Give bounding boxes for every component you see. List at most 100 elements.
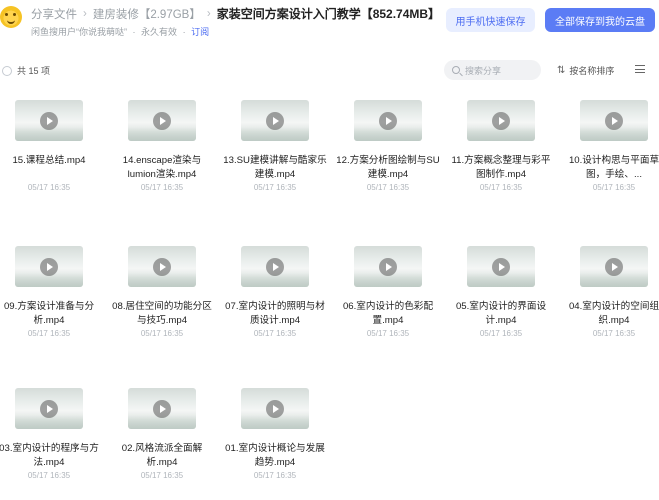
play-icon[interactable] (40, 111, 58, 130)
file-name[interactable]: 15.课程总结.mp4 (0, 154, 101, 182)
file-date: 05/17 16:35 (253, 329, 297, 338)
sort-button[interactable]: ⇅ 按名称排序 (557, 64, 614, 77)
mobile-save-button[interactable]: 用手机快速保存 (446, 8, 535, 32)
file-date: 05/17 16:35 (479, 183, 523, 192)
video-thumbnail[interactable] (15, 100, 83, 141)
file-date: 05/17 16:35 (140, 329, 184, 338)
file-name[interactable]: 03.室内设计的程序与方法.mp4 (0, 442, 101, 470)
file-item[interactable]: 04.室内设计的空间组织.mp4 05/17 16:35 (562, 246, 659, 338)
share-info: 闲鱼搜用户“你说我萌哒” · 永久有效 · 订阅 (31, 25, 209, 38)
video-thumbnail[interactable] (467, 100, 535, 141)
file-item[interactable]: 15.课程总结.mp4 05/17 16:35 (0, 100, 101, 192)
play-icon[interactable] (605, 257, 623, 276)
file-name[interactable]: 02.风格流派全面解析.mp4 (110, 442, 214, 470)
item-count-label: 共 15 项 (17, 66, 51, 76)
list-view-icon[interactable] (635, 65, 645, 73)
file-item[interactable]: 05.室内设计的界面设计.mp4 05/17 16:35 (449, 246, 553, 338)
video-thumbnail[interactable] (15, 246, 83, 287)
play-icon[interactable] (40, 257, 58, 276)
video-thumbnail[interactable] (580, 100, 648, 141)
video-thumbnail[interactable] (241, 388, 309, 429)
breadcrumb-root[interactable]: 分享文件 (31, 6, 77, 22)
file-name[interactable]: 09.方案设计准备与分析.mp4 (0, 300, 101, 328)
file-date: 05/17 16:35 (253, 183, 297, 192)
file-name[interactable]: 12.方案分析图绘制与SU建模.mp4 (336, 154, 440, 182)
file-item[interactable]: 12.方案分析图绘制与SU建模.mp4 05/17 16:35 (336, 100, 440, 192)
video-thumbnail[interactable] (128, 100, 196, 141)
play-icon[interactable] (153, 257, 171, 276)
video-thumbnail[interactable] (241, 246, 309, 287)
play-icon[interactable] (605, 111, 623, 130)
file-name[interactable]: 06.室内设计的色彩配置.mp4 (336, 300, 440, 328)
breadcrumb-separator-icon: › (206, 7, 211, 20)
info-separator: · (132, 27, 136, 37)
breadcrumb: 分享文件 › 建房装修【2.97GB】 › 家装空间方案设计入门教学【852.7… (31, 5, 440, 22)
play-icon[interactable] (266, 257, 284, 276)
file-item[interactable]: 14.enscape渲染与lumion渲染.mp4 05/17 16:35 (110, 100, 214, 192)
file-name[interactable]: 05.室内设计的界面设计.mp4 (449, 300, 553, 328)
file-name[interactable]: 10.设计构思与平面草图，手绘、... (562, 154, 659, 182)
video-thumbnail[interactable] (467, 246, 535, 287)
file-item[interactable]: 08.居住空间的功能分区与技巧.mp4 05/17 16:35 (110, 246, 214, 338)
play-icon[interactable] (266, 111, 284, 130)
file-date: 05/17 16:35 (140, 183, 184, 192)
sharer-name: 闲鱼搜用户“你说我萌哒” (31, 27, 127, 37)
file-item[interactable]: 02.风格流派全面解析.mp4 05/17 16:35 (110, 388, 214, 480)
video-thumbnail[interactable] (580, 246, 648, 287)
file-date: 05/17 16:35 (366, 183, 410, 192)
play-icon[interactable] (492, 257, 510, 276)
subscribe-link[interactable]: 订阅 (191, 27, 209, 37)
play-icon[interactable] (40, 399, 58, 418)
file-name[interactable]: 11.方案概念整理与彩平图制作.mp4 (449, 154, 553, 182)
file-date: 05/17 16:35 (27, 329, 71, 338)
sort-label: 按名称排序 (569, 66, 615, 76)
info-separator: · (182, 27, 186, 37)
file-date: 05/17 16:35 (479, 329, 523, 338)
save-all-button[interactable]: 全部保存到我的云盘 (545, 8, 655, 32)
search-icon (452, 66, 460, 74)
video-thumbnail[interactable] (354, 246, 422, 287)
file-item[interactable]: 03.室内设计的程序与方法.mp4 05/17 16:35 (0, 388, 101, 480)
search-input[interactable]: 搜索分享 (444, 60, 541, 80)
file-name[interactable]: 07.室内设计的照明与材质设计.mp4 (223, 300, 327, 328)
video-thumbnail[interactable] (241, 100, 309, 141)
play-icon[interactable] (379, 111, 397, 130)
validity-label: 永久有效 (141, 27, 178, 37)
file-item[interactable]: 01.室内设计概论与发展趋势.mp4 05/17 16:35 (223, 388, 327, 480)
video-thumbnail[interactable] (128, 246, 196, 287)
file-item[interactable]: 06.室内设计的色彩配置.mp4 05/17 16:35 (336, 246, 440, 338)
file-item[interactable]: 09.方案设计准备与分析.mp4 05/17 16:35 (0, 246, 101, 338)
play-icon[interactable] (153, 399, 171, 418)
file-date: 05/17 16:35 (366, 329, 410, 338)
select-all[interactable]: 共 15 项 (2, 64, 50, 77)
file-date: 05/17 16:35 (27, 183, 71, 192)
file-name[interactable]: 13.SU建模讲解与酷家乐建模.mp4 (223, 154, 327, 182)
play-icon[interactable] (492, 111, 510, 130)
file-date: 05/17 16:35 (27, 471, 71, 480)
file-name[interactable]: 14.enscape渲染与lumion渲染.mp4 (110, 154, 214, 182)
sort-icon: ⇅ (557, 65, 566, 76)
file-name[interactable]: 04.室内设计的空间组织.mp4 (562, 300, 659, 328)
play-icon[interactable] (266, 399, 284, 418)
video-thumbnail[interactable] (15, 388, 83, 429)
select-all-checkbox[interactable] (2, 65, 12, 76)
search-placeholder: 搜索分享 (465, 65, 502, 76)
breadcrumb-parent-folder[interactable]: 建房装修【2.97GB】 (93, 6, 201, 22)
play-icon[interactable] (379, 257, 397, 276)
file-item[interactable]: 11.方案概念整理与彩平图制作.mp4 05/17 16:35 (449, 100, 553, 192)
file-item[interactable]: 13.SU建模讲解与酷家乐建模.mp4 05/17 16:35 (223, 100, 327, 192)
breadcrumb-separator-icon: › (83, 7, 87, 20)
file-name[interactable]: 08.居住空间的功能分区与技巧.mp4 (110, 300, 214, 328)
file-date: 05/17 16:35 (140, 471, 184, 480)
file-name[interactable]: 01.室内设计概论与发展趋势.mp4 (223, 442, 327, 470)
sharer-avatar (0, 6, 22, 28)
video-thumbnail[interactable] (128, 388, 196, 429)
file-date: 05/17 16:35 (592, 329, 636, 338)
video-thumbnail[interactable] (354, 100, 422, 141)
file-item[interactable]: 10.设计构思与平面草图，手绘、... 05/17 16:35 (562, 100, 659, 192)
file-date: 05/17 16:35 (592, 183, 636, 192)
file-date: 05/17 16:35 (253, 471, 297, 480)
play-icon[interactable] (153, 111, 171, 130)
breadcrumb-current-folder: 家装空间方案设计入门教学【852.74MB】 (216, 7, 441, 21)
file-item[interactable]: 07.室内设计的照明与材质设计.mp4 05/17 16:35 (223, 246, 327, 338)
